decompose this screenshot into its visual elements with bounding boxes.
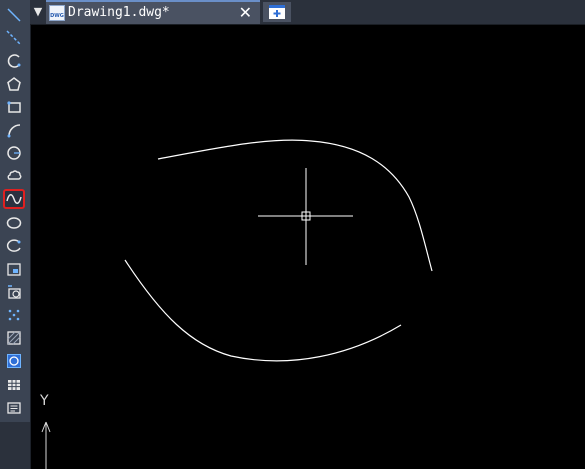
hatch-tool-button[interactable] (3, 328, 25, 348)
drawing-canvas[interactable]: Y (31, 25, 585, 469)
drawing-area (41, 139, 433, 469)
circle-icon (7, 146, 21, 160)
xline-tool-button[interactable] (3, 28, 25, 48)
spline-lower[interactable] (124, 259, 402, 362)
line-tool-button[interactable] (3, 5, 25, 25)
close-icon[interactable]: ✕ (239, 3, 252, 23)
ellipse-icon (6, 217, 22, 229)
revcloud-icon (7, 170, 22, 180)
make-block-icon (8, 285, 21, 299)
toolbar-lower-panel (0, 422, 30, 469)
tab-title: Drawing1.dwg* (68, 5, 170, 20)
tab-drawing1[interactable]: DWG Drawing1.dwg* ✕ (46, 0, 260, 24)
hatch-icon (7, 331, 21, 345)
arc-tool-button[interactable] (3, 120, 25, 140)
rectangle-tool-button[interactable] (3, 97, 25, 117)
tab-list-menu-icon[interactable]: ▼ (32, 3, 44, 21)
make-block-tool-button[interactable] (3, 282, 25, 302)
region-icon (7, 354, 21, 368)
ellipse-tool-button[interactable] (3, 213, 25, 233)
dwg-file-icon: DWG (49, 5, 65, 21)
point-icon (8, 309, 20, 321)
polyline-tool-button[interactable] (3, 51, 25, 71)
spline-tool-button[interactable] (3, 189, 25, 209)
point-tool-button[interactable] (3, 305, 25, 325)
circle-tool-button[interactable] (3, 143, 25, 163)
ellipse-arc-icon (6, 239, 21, 252)
insert-block-tool-button[interactable] (3, 259, 25, 279)
mtext-icon (7, 402, 21, 414)
new-tab-icon (269, 5, 285, 19)
polygon-icon (7, 77, 21, 91)
table-tool-button[interactable] (3, 375, 25, 395)
polyline-icon (7, 54, 21, 68)
region-tool-button[interactable] (3, 351, 25, 371)
crosshair-cursor (258, 168, 353, 265)
draw-toolbar (0, 0, 31, 469)
new-tab-button[interactable] (263, 2, 291, 22)
ucs-y-label: Y (40, 393, 49, 409)
ucs-y-axis-icon (41, 421, 51, 469)
ellipse-arc-tool-button[interactable] (3, 236, 25, 256)
spline-icon (6, 194, 22, 204)
insert-block-icon (7, 263, 21, 276)
spline-upper[interactable] (157, 139, 433, 272)
rectangle-icon (7, 101, 21, 113)
table-icon (8, 380, 20, 390)
mtext-tool-button[interactable] (3, 398, 25, 418)
revcloud-tool-button[interactable] (3, 166, 25, 186)
arc-icon (7, 124, 21, 138)
line-icon (7, 8, 21, 22)
polygon-tool-button[interactable] (3, 74, 25, 94)
document-tab-bar: ▼ DWG Drawing1.dwg* ✕ (30, 0, 585, 25)
xline-icon (6, 30, 22, 46)
